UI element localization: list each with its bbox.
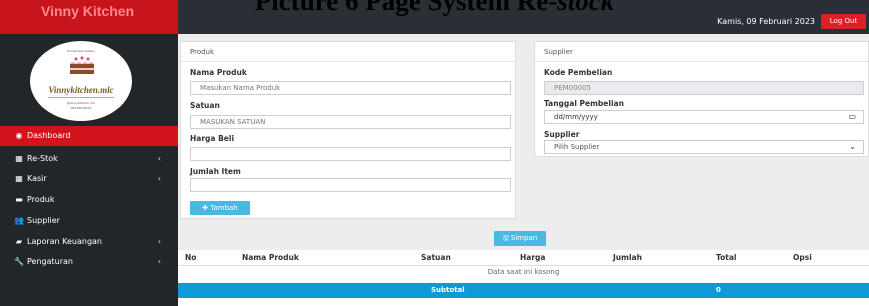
nama-produk-label: Nama Produk bbox=[190, 68, 247, 77]
sidebar-item-label: Kasir bbox=[27, 174, 47, 183]
produk-panel: Produk Nama Produk Satuan Harga Beli Jum… bbox=[180, 41, 516, 219]
column-header-satuan: Satuan bbox=[421, 253, 451, 262]
supplier-select[interactable]: Pilih Supplier ⌄ bbox=[544, 140, 864, 154]
sidebar-item-pengaturan[interactable]: 🔧 Pengaturan ‹ bbox=[0, 252, 178, 272]
list-icon: ▬ bbox=[15, 195, 23, 204]
supplier-label: Supplier bbox=[544, 130, 580, 139]
harga-beli-input[interactable] bbox=[190, 147, 511, 161]
column-header-opsi: Opsi bbox=[793, 253, 812, 262]
book-icon: ▰ bbox=[15, 237, 23, 246]
grid-icon: ▦ bbox=[15, 154, 23, 163]
sidebar-item-laporan-keuangan[interactable]: ▰ Laporan Keuangan ‹ bbox=[0, 232, 178, 252]
tambah-button[interactable]: ✚ Tambah bbox=[190, 201, 250, 215]
column-header-no: No bbox=[185, 253, 197, 262]
satuan-input[interactable] bbox=[190, 115, 511, 129]
sidebar-item-produk[interactable]: ▬ Produk bbox=[0, 190, 178, 210]
kode-pembelian-field bbox=[544, 81, 864, 95]
current-date: Kamis, 09 Februari 2023 bbox=[717, 17, 815, 26]
supplier-panel-title: Supplier bbox=[535, 42, 868, 62]
figure-caption: Picture 6 Page System Re-stock bbox=[0, 0, 869, 16]
tanggal-pembelian-input[interactable]: dd/mm/yyyy ▭ bbox=[544, 110, 864, 124]
chevron-left-icon: ‹ bbox=[157, 174, 161, 183]
column-header-nama-produk: Nama Produk bbox=[242, 253, 299, 262]
chevron-left-icon: ‹ bbox=[157, 154, 161, 163]
sidebar-item-re-stok[interactable]: ▦ Re-Stok ‹ bbox=[0, 149, 178, 169]
harga-beli-label: Harga Beli bbox=[190, 134, 235, 143]
supplier-panel: Supplier Kode Pembelian Tanggal Pembelia… bbox=[534, 41, 869, 157]
main-content: Produk Nama Produk Satuan Harga Beli Jum… bbox=[178, 34, 869, 306]
tanggal-pembelian-label: Tanggal Pembelian bbox=[544, 99, 624, 108]
logo-divider bbox=[48, 97, 114, 98]
sidebar-item-label: Produk bbox=[27, 195, 55, 204]
chevron-down-icon: ⌄ bbox=[849, 142, 856, 151]
jumlah-item-input[interactable] bbox=[190, 178, 511, 192]
sidebar-item-dashboard[interactable]: ◉ Dashboard bbox=[0, 126, 178, 146]
table-header: No Nama Produk Satuan Harga Jumlah Total Opsi bbox=[178, 250, 869, 266]
sidebar-item-label: Dashboard bbox=[27, 131, 71, 140]
grid-icon: ▦ bbox=[15, 174, 23, 183]
calendar-icon[interactable]: ▭ bbox=[848, 111, 856, 123]
chevron-left-icon: ‹ bbox=[157, 237, 161, 246]
logo-tagline: homemade bakery bbox=[66, 49, 96, 53]
logo-phone: 08178978737 bbox=[70, 106, 92, 110]
logo: homemade bakery Vinnykitchen.mlc @vinnyk… bbox=[30, 41, 132, 121]
column-header-jumlah: Jumlah bbox=[613, 253, 642, 262]
tanggal-placeholder: dd/mm/yyyy bbox=[554, 113, 598, 121]
sidebar-item-label: Laporan Keuangan bbox=[27, 237, 102, 246]
purchase-table: No Nama Produk Satuan Harga Jumlah Total Opsi … bbox=[178, 250, 869, 306]
users-icon: 👥 bbox=[14, 216, 24, 225]
table-empty-message: Data saat ini kosong bbox=[487, 268, 560, 276]
sidebar-item-kasir[interactable]: ▦ Kasir ‹ bbox=[0, 169, 178, 189]
supplier-selected-value: Pilih Supplier bbox=[554, 143, 600, 151]
simpan-button[interactable]: 🖫 Simpan bbox=[494, 231, 546, 246]
sidebar-item-label: Supplier bbox=[27, 216, 60, 225]
cake-icon bbox=[70, 56, 94, 74]
wrench-icon: 🔧 bbox=[14, 257, 24, 266]
chevron-left-icon: ‹ bbox=[157, 257, 161, 266]
subtotal-label: Subtotal bbox=[431, 286, 465, 294]
nama-produk-input[interactable] bbox=[190, 81, 511, 95]
satuan-label: Satuan bbox=[190, 101, 220, 110]
caption-italic: stock bbox=[557, 0, 615, 16]
column-header-harga: Harga bbox=[520, 253, 546, 262]
sidebar-item-label: Re-Stok bbox=[27, 154, 58, 163]
jumlah-item-label: Jumlah Item bbox=[190, 167, 241, 176]
subtotal-value: 0 bbox=[716, 286, 721, 294]
column-header-total: Total bbox=[716, 253, 737, 262]
sidebar-item-label: Pengaturan bbox=[27, 257, 73, 266]
sidebar-item-supplier[interactable]: 👥 Supplier bbox=[0, 211, 178, 231]
produk-panel-title: Produk bbox=[181, 42, 515, 62]
logo-script-text: Vinnykitchen.mlc bbox=[48, 85, 114, 95]
sidebar: homemade bakery Vinnykitchen.mlc @vinnyk… bbox=[0, 34, 178, 306]
logout-button[interactable]: Log Out bbox=[821, 14, 866, 29]
caption-main: Picture 6 Page System Re- bbox=[254, 0, 558, 16]
subtotal-row: Subtotal 0 bbox=[178, 283, 869, 298]
logo-instagram: @vinnykitchen.mlc bbox=[66, 101, 96, 105]
kode-pembelian-label: Kode Pembelian bbox=[544, 68, 613, 77]
dashboard-icon: ◉ bbox=[15, 131, 23, 140]
